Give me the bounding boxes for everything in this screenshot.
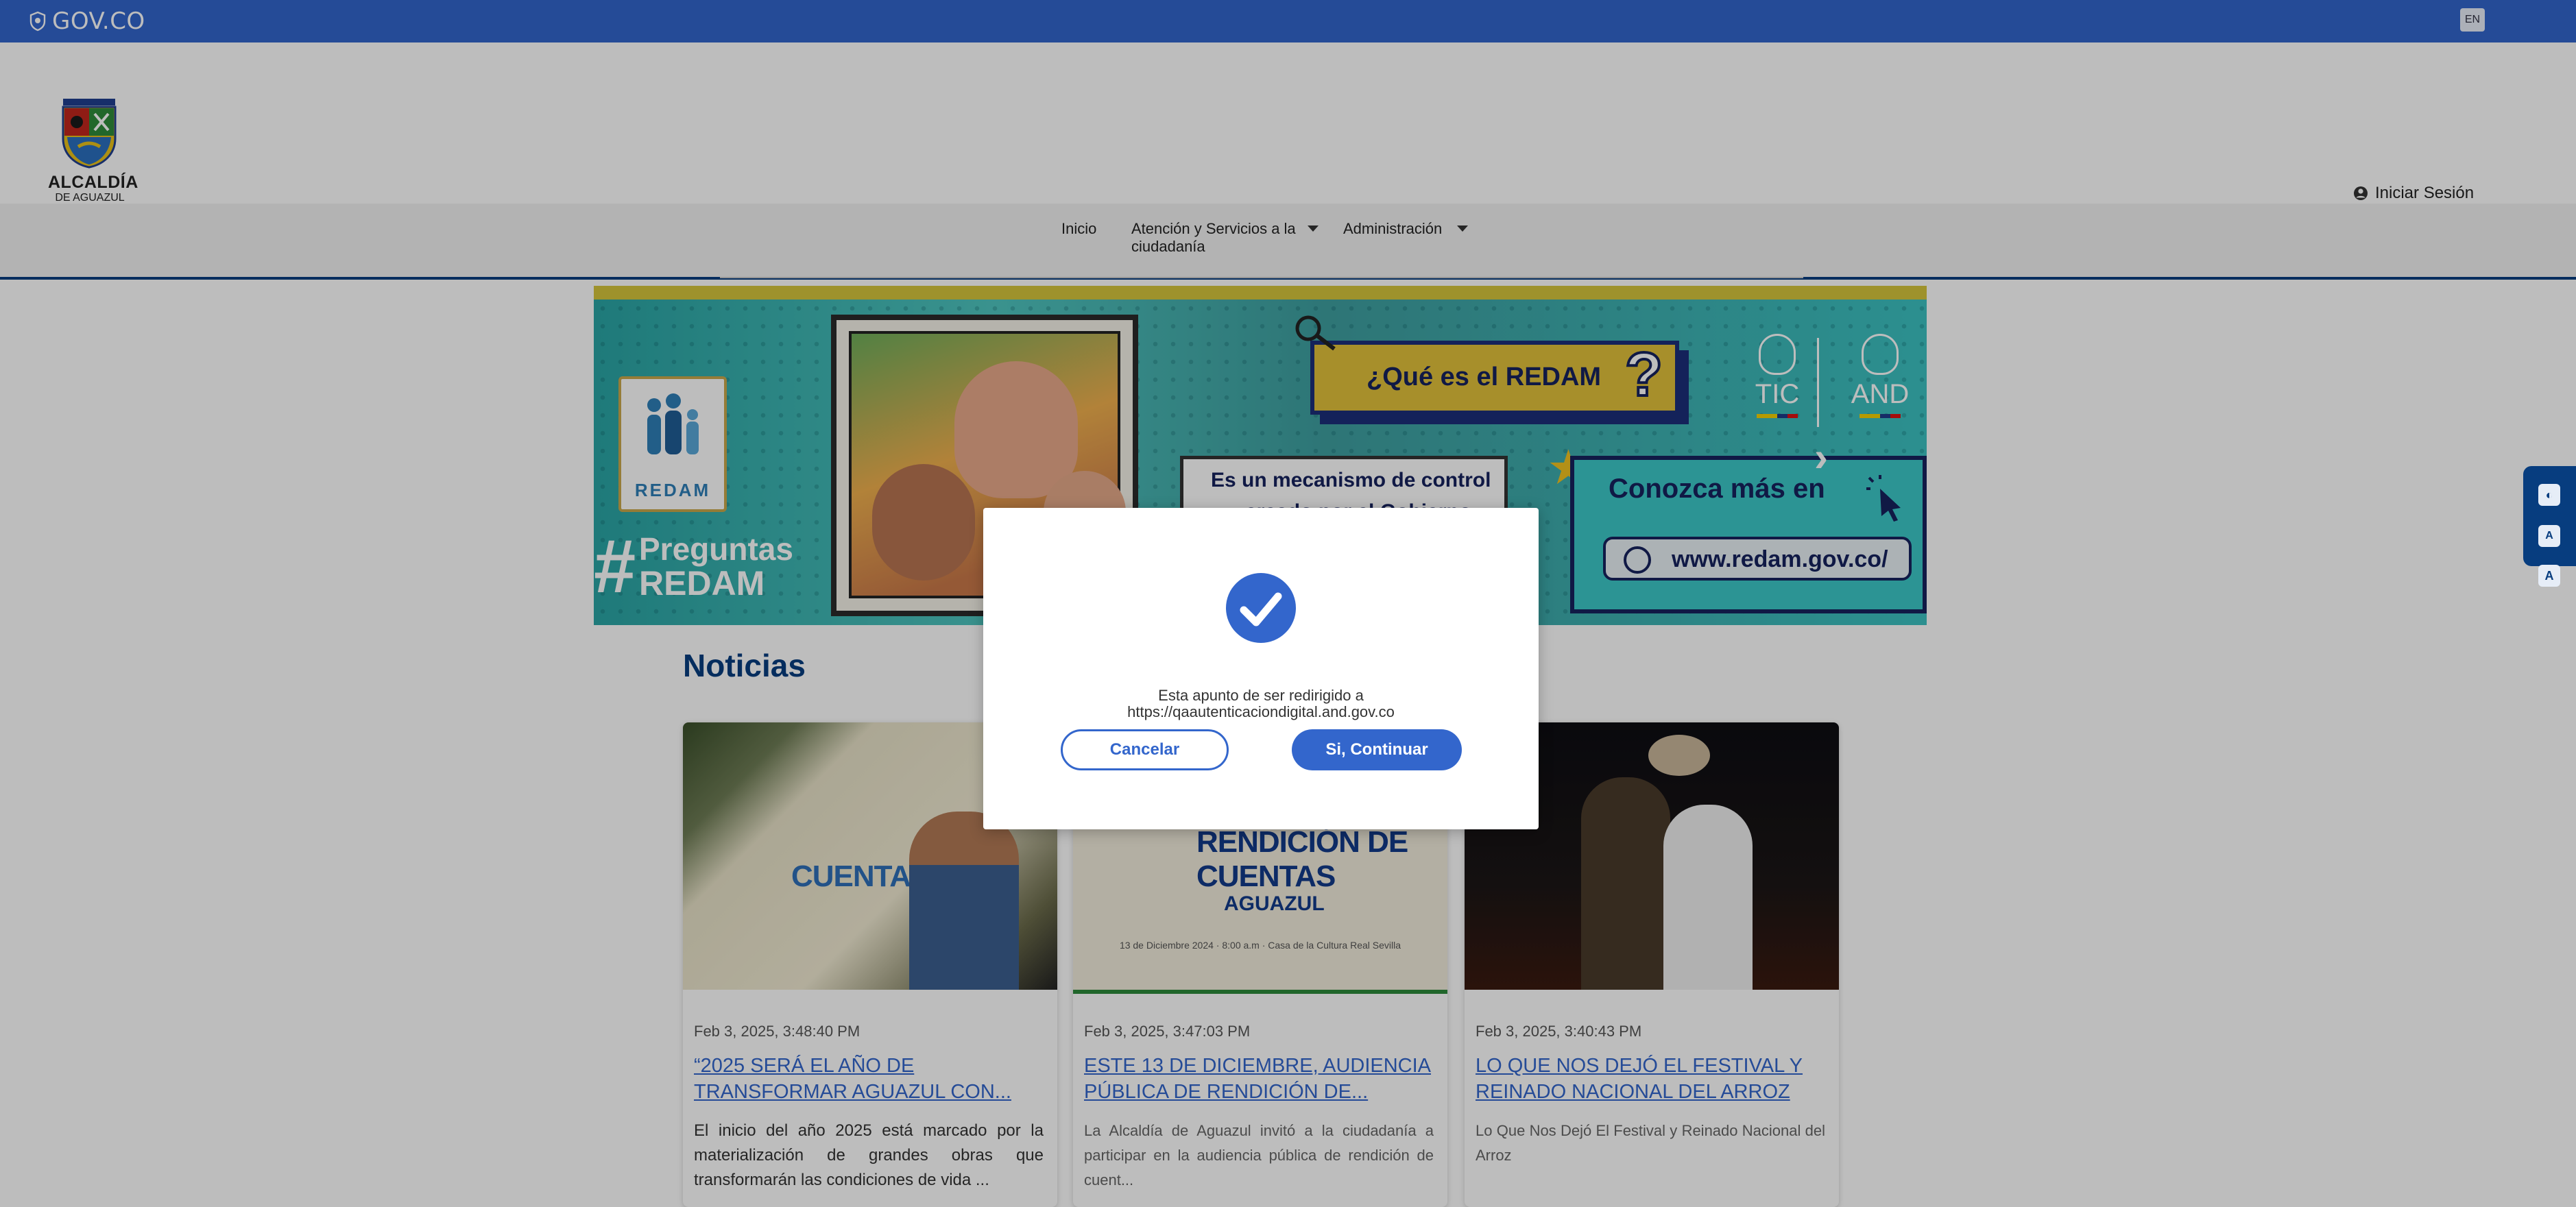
redirect-url: https://qaautenticaciondigital.and.gov.c… bbox=[1127, 703, 1395, 720]
redirect-message-line1: Esta apunto de ser redirigido a bbox=[1158, 687, 1364, 704]
increase-font-icon[interactable]: A bbox=[2538, 565, 2560, 587]
accessibility-toolbar: ◐ A A bbox=[2523, 466, 2576, 587]
checkmark-icon bbox=[1240, 592, 1282, 626]
redirect-dialog: Esta apunto de ser redirigido a https://… bbox=[983, 508, 1539, 829]
decrease-font-icon[interactable]: A bbox=[2538, 525, 2560, 547]
redirect-message: Esta apunto de ser redirigido a https://… bbox=[983, 687, 1539, 720]
continue-button[interactable]: Si, Continuar bbox=[1292, 729, 1462, 770]
contrast-icon[interactable]: ◐ bbox=[2538, 484, 2560, 506]
check-circle-icon bbox=[1226, 573, 1296, 643]
cancel-button[interactable]: Cancelar bbox=[1061, 729, 1229, 770]
